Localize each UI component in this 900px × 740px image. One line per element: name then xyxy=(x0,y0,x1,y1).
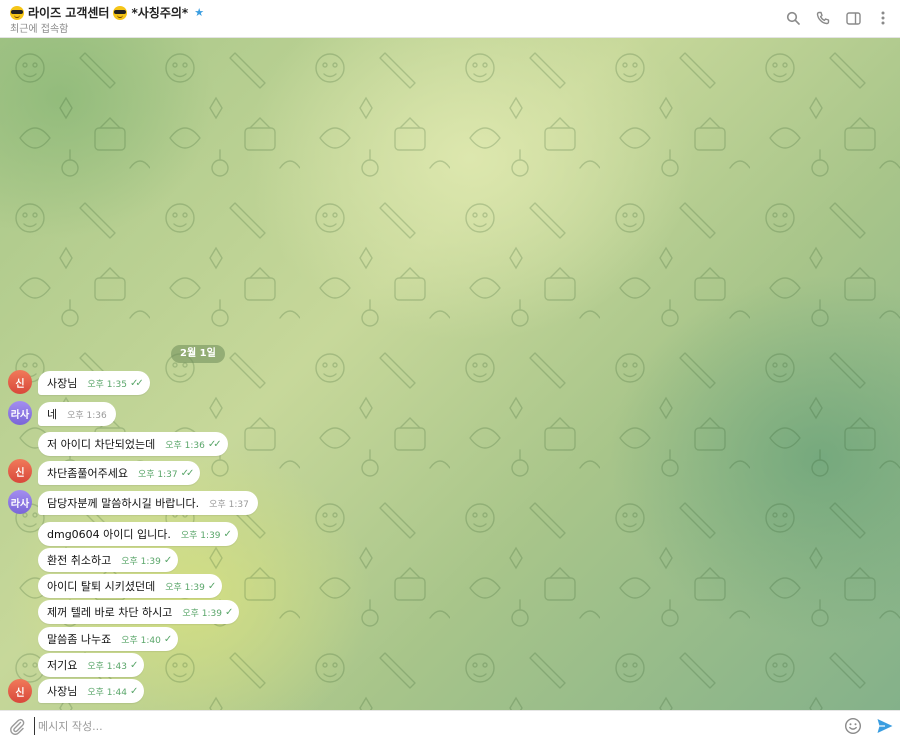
message-text: 저기요 xyxy=(47,659,78,672)
message-bubble[interactable]: 말씀좀 나누죠 오후 1:40 ✓ xyxy=(38,627,179,651)
avatar[interactable]: 신 xyxy=(8,459,32,483)
sunglasses-emoji-icon xyxy=(10,5,24,20)
message-list[interactable]: 2월 1일 신 사장님 오후 1:35 ✓✓ 라사 네 오후 1:36 저 아이디… xyxy=(0,38,900,710)
chat-header: 라이즈 고객센터 *사칭주의* ★ 최근에 접속함 xyxy=(0,0,900,38)
check-icon: ✓ xyxy=(224,606,234,618)
paperclip-icon[interactable] xyxy=(8,717,26,736)
message-time: 오후 1:39 xyxy=(121,556,161,567)
search-icon[interactable] xyxy=(784,9,802,27)
message-input[interactable] xyxy=(34,717,814,735)
message-time: 오후 1:35 xyxy=(87,379,128,390)
message-text: 말씀좀 나누죠 xyxy=(47,633,112,646)
message-bubble[interactable]: 차단좀풀어주세요 오후 1:37 ✓✓ xyxy=(38,461,201,485)
verified-star-icon: ★ xyxy=(194,6,205,19)
chat-title-suffix: *사칭주의* xyxy=(131,6,189,20)
message-time: 오후 1:40 xyxy=(121,635,161,646)
message-text: 사장님 xyxy=(47,685,78,698)
message-bubble[interactable]: dmg0604 아이디 입니다. 오후 1:39 ✓ xyxy=(38,522,238,546)
message-bubble[interactable]: 네 오후 1:36 xyxy=(38,402,116,426)
message-time: 오후 1:39 xyxy=(180,530,221,541)
message-text: 저 아이디 차단되었는데 xyxy=(47,438,156,451)
avatar[interactable]: 신 xyxy=(8,370,32,394)
check-icon: ✓ xyxy=(163,554,173,566)
message-text: 환전 취소하고 xyxy=(47,554,112,567)
message-time: 오후 1:36 xyxy=(67,410,107,421)
message-bubble[interactable]: 사장님 오후 1:44 ✓ xyxy=(38,679,145,703)
sidebar-toggle-icon[interactable] xyxy=(844,9,862,27)
check-icon: ✓ xyxy=(130,685,139,697)
message-time: 오후 1:37 xyxy=(209,499,249,510)
message-text: 제꺼 텔레 바로 차단 하시고 xyxy=(47,606,173,619)
message-bubble[interactable]: 저기요 오후 1:43 ✓ xyxy=(38,653,145,677)
check-icon: ✓ xyxy=(223,528,233,540)
message-text: 사장님 xyxy=(47,377,78,390)
chat-title[interactable]: 라이즈 고객센터 *사칭주의* ★ xyxy=(10,4,204,21)
check-icon: ✓ xyxy=(130,659,139,671)
message-time: 오후 1:39 xyxy=(165,582,205,593)
message-bubble[interactable]: 저 아이디 차단되었는데 오후 1:36 ✓✓ xyxy=(38,432,228,456)
message-time: 오후 1:43 xyxy=(87,661,128,672)
message-time: 오후 1:39 xyxy=(182,608,222,619)
phone-icon[interactable] xyxy=(814,9,832,27)
double-check-icon: ✓✓ xyxy=(180,467,195,479)
message-time: 오후 1:36 xyxy=(165,440,205,451)
chat-title-text: 라이즈 고객센터 xyxy=(28,6,110,20)
check-icon: ✓ xyxy=(163,633,173,645)
double-check-icon: ✓✓ xyxy=(207,438,222,450)
emoji-icon[interactable] xyxy=(844,717,862,735)
message-text: 차단좀풀어주세요 xyxy=(47,467,128,480)
send-icon[interactable] xyxy=(876,717,894,735)
message-time: 오후 1:44 xyxy=(87,687,128,698)
message-bubble[interactable]: 담당자분께 말씀하시길 바랍니다. 오후 1:37 xyxy=(38,491,258,515)
more-options-icon[interactable] xyxy=(874,9,892,27)
avatar[interactable]: 신 xyxy=(8,679,32,703)
message-text: 아이디 탈퇴 시키셨던데 xyxy=(47,580,156,593)
message-bubble[interactable]: 아이디 탈퇴 시키셨던데 오후 1:39 ✓ xyxy=(38,574,223,598)
message-composer xyxy=(0,710,900,740)
double-check-icon: ✓✓ xyxy=(130,377,144,389)
message-text: dmg0604 아이디 입니다. xyxy=(47,528,171,541)
date-separator: 2월 1일 xyxy=(171,345,225,363)
message-bubble[interactable]: 사장님 오후 1:35 ✓✓ xyxy=(38,371,150,395)
avatar[interactable]: 라사 xyxy=(8,490,32,514)
last-seen-status: 최근에 접속함 xyxy=(10,24,69,35)
sunglasses-emoji-icon xyxy=(113,5,128,20)
message-time: 오후 1:37 xyxy=(137,469,178,480)
message-text: 담당자분께 말씀하시길 바랍니다. xyxy=(47,497,200,510)
message-bubble[interactable]: 환전 취소하고 오후 1:39 ✓ xyxy=(38,548,179,572)
check-icon: ✓ xyxy=(207,580,217,592)
avatar[interactable]: 라사 xyxy=(8,401,32,425)
message-text: 네 xyxy=(47,408,58,421)
message-bubble[interactable]: 제꺼 텔레 바로 차단 하시고 오후 1:39 ✓ xyxy=(38,600,240,624)
